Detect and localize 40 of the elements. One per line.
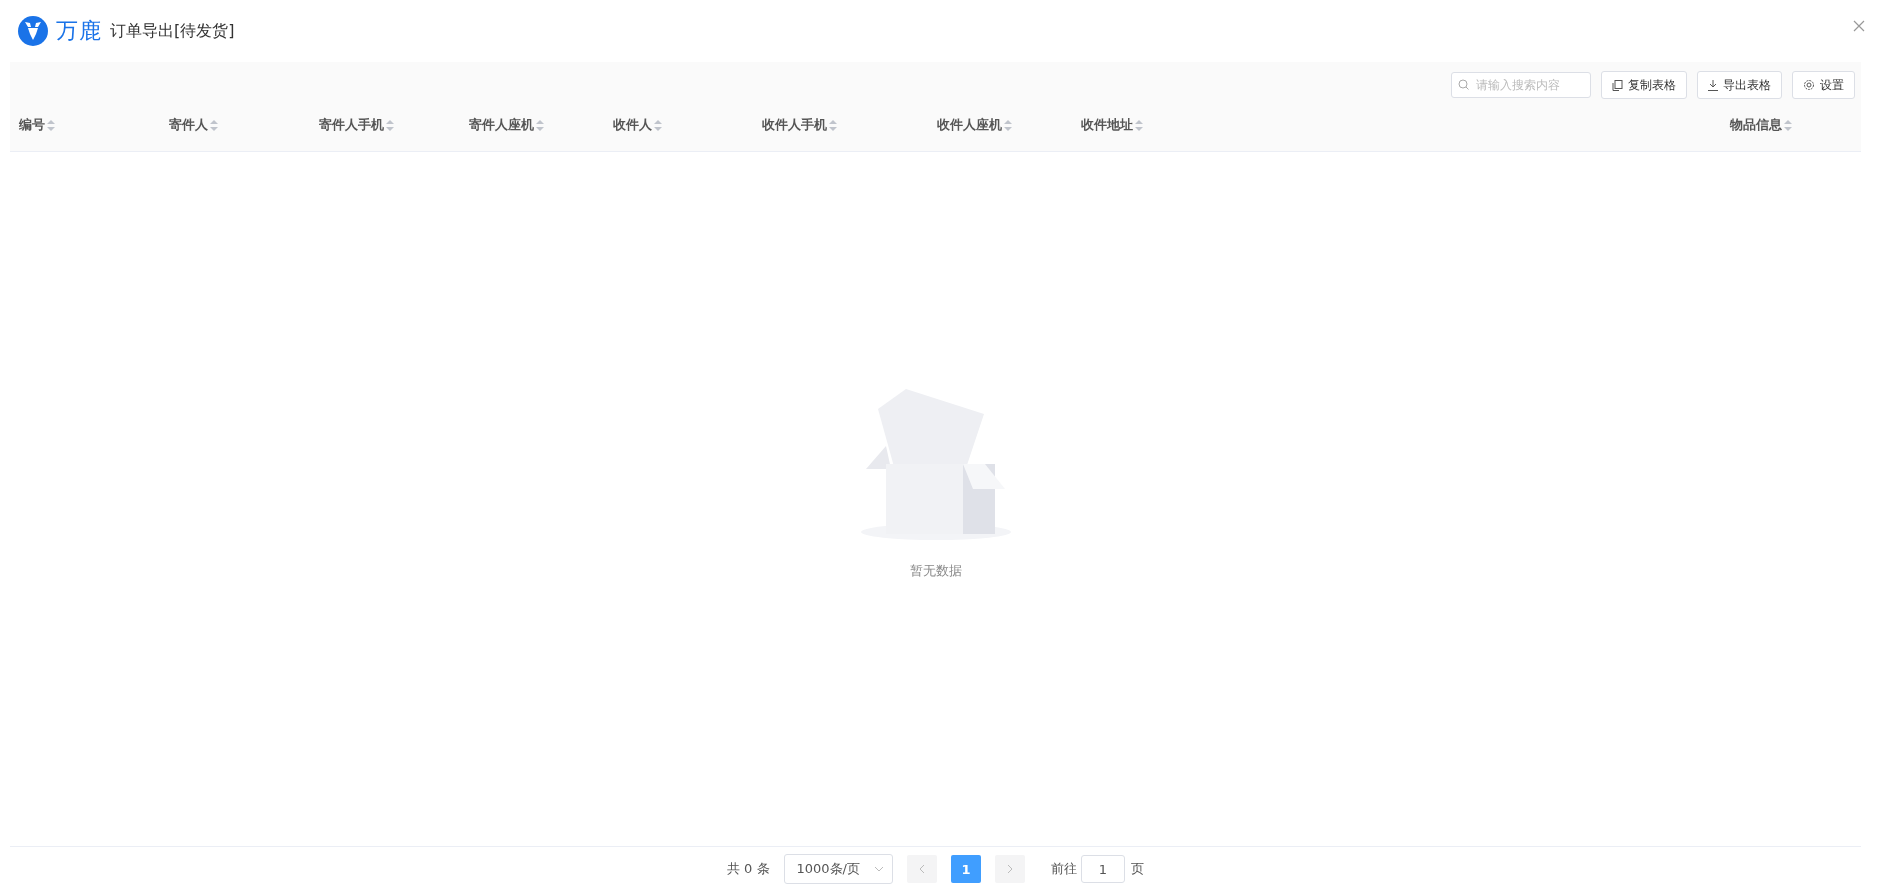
column-header[interactable]: 寄件人 xyxy=(169,116,208,134)
empty-state-text: 暂无数据 xyxy=(909,561,962,580)
deer-logo-icon xyxy=(18,16,48,46)
download-icon xyxy=(1708,79,1718,91)
total-count: 共 0 条 xyxy=(727,860,770,878)
sort-icon[interactable] xyxy=(1004,119,1012,131)
page-suffix: 页 xyxy=(1131,860,1144,878)
sort-icon[interactable] xyxy=(1784,119,1792,131)
caret-icon xyxy=(874,866,884,872)
column-header[interactable]: 收件地址 xyxy=(1081,116,1133,134)
sort-icon[interactable] xyxy=(829,119,837,131)
chevron-right-icon xyxy=(1007,864,1013,874)
export-button[interactable]: 导出表格 xyxy=(1697,71,1782,99)
sort-icon[interactable] xyxy=(210,119,218,131)
chevron-left-icon xyxy=(919,864,925,874)
previous-page-button[interactable] xyxy=(907,855,937,883)
column-header[interactable]: 编号 xyxy=(19,116,45,134)
copy-icon xyxy=(1612,79,1623,91)
column-header[interactable]: 收件人 xyxy=(613,116,652,134)
copy-button[interactable]: 复制表格 xyxy=(1601,71,1687,99)
column-header[interactable]: 寄件人座机 xyxy=(469,116,534,134)
goto-page-field[interactable]: 1 xyxy=(1081,855,1125,883)
sort-icon[interactable] xyxy=(654,119,662,131)
goto-label: 前往 xyxy=(1051,860,1077,878)
sort-icon[interactable] xyxy=(536,119,544,131)
sort-icon[interactable] xyxy=(47,119,55,131)
search-field[interactable]: 请输入搜索内容 xyxy=(1451,72,1591,98)
settings-button[interactable]: 设置 xyxy=(1792,71,1855,99)
column-header[interactable]: 收件人手机 xyxy=(762,116,827,134)
sort-icon[interactable] xyxy=(386,119,394,131)
window-title: 订单导出[待发货] xyxy=(110,20,235,42)
close-icon[interactable] xyxy=(1853,20,1865,32)
sort-icon[interactable] xyxy=(1135,119,1143,131)
column-header[interactable]: 收件人座机 xyxy=(937,116,1002,134)
column-header[interactable]: 寄件人手机 xyxy=(319,116,384,134)
settings-icon xyxy=(1803,79,1815,91)
page-size-select[interactable]: 1000条/页 xyxy=(783,854,893,884)
next-page-button[interactable] xyxy=(995,855,1025,883)
column-header[interactable]: 物品信息 xyxy=(1730,116,1782,134)
logo-text: 万鹿 xyxy=(56,17,102,45)
